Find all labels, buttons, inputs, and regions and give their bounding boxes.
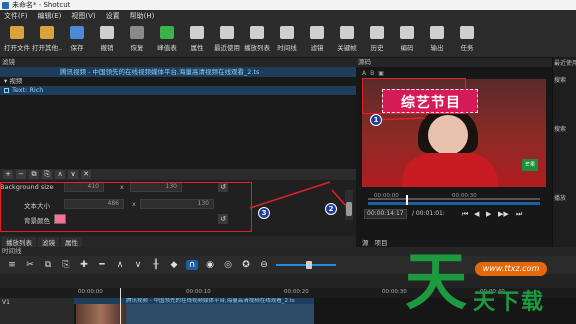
snap-icon[interactable]: ∩ — [186, 260, 198, 270]
timeline-clip[interactable] — [126, 304, 314, 324]
split-icon[interactable]: ╫ — [150, 260, 162, 270]
remove-icon[interactable]: ━ — [96, 260, 108, 270]
ruler-tick: 00:00:00 — [78, 289, 103, 295]
watermark-text: 天下载 — [473, 290, 546, 315]
annotation-marker-1: 1 — [370, 114, 382, 126]
cut-icon[interactable]: ✂ — [24, 260, 36, 270]
arrow-to-marker-2 — [249, 181, 331, 209]
search-field[interactable]: 搜索 — [553, 75, 576, 84]
copy-icon[interactable]: ⧉ — [42, 260, 54, 270]
site-watermark: 天 www.ttxz.com 天下载 — [405, 250, 576, 324]
play-label: 播放 — [554, 195, 567, 202]
ruler-tick: 00:00:20 — [284, 289, 309, 295]
overwrite-icon[interactable]: ∨ — [132, 260, 144, 270]
ruler-tick: 00:00:10 — [186, 289, 211, 295]
scrub-icon[interactable]: ◉ — [204, 260, 216, 270]
highlight-box-overlay — [362, 78, 466, 114]
ruler-tick: 00:00:30 — [382, 289, 407, 295]
track-header[interactable]: V1 — [0, 298, 74, 324]
zoom-out-icon[interactable]: ⊖ — [258, 260, 270, 270]
recent-label: 最近使用 — [554, 60, 576, 67]
search-label: 搜索 — [554, 126, 567, 133]
zoom-slider[interactable] — [276, 261, 336, 269]
menu-icon[interactable]: ≡ — [6, 260, 18, 270]
clip-thumbnail — [76, 304, 126, 324]
arrow-to-scrollbar — [331, 189, 347, 207]
watermark-big-char: 天 — [405, 245, 468, 318]
track-label: V1 — [2, 299, 10, 306]
right-dock-panel: 最近使用 搜索 搜索 播放 — [552, 58, 576, 248]
marker-icon[interactable]: ◆ — [168, 260, 180, 270]
watermark-url: www.ttxz.com — [475, 262, 547, 276]
ripple-icon[interactable]: ◎ — [222, 260, 234, 270]
lift-icon[interactable]: ∧ — [114, 260, 126, 270]
paste-icon[interactable]: ⎘ — [60, 260, 72, 270]
timeline-playhead[interactable] — [120, 288, 121, 324]
zoom-slider-knob[interactable] — [306, 261, 312, 269]
append-icon[interactable]: ✚ — [78, 260, 90, 270]
ripple-all-icon[interactable]: ✪ — [240, 260, 252, 270]
